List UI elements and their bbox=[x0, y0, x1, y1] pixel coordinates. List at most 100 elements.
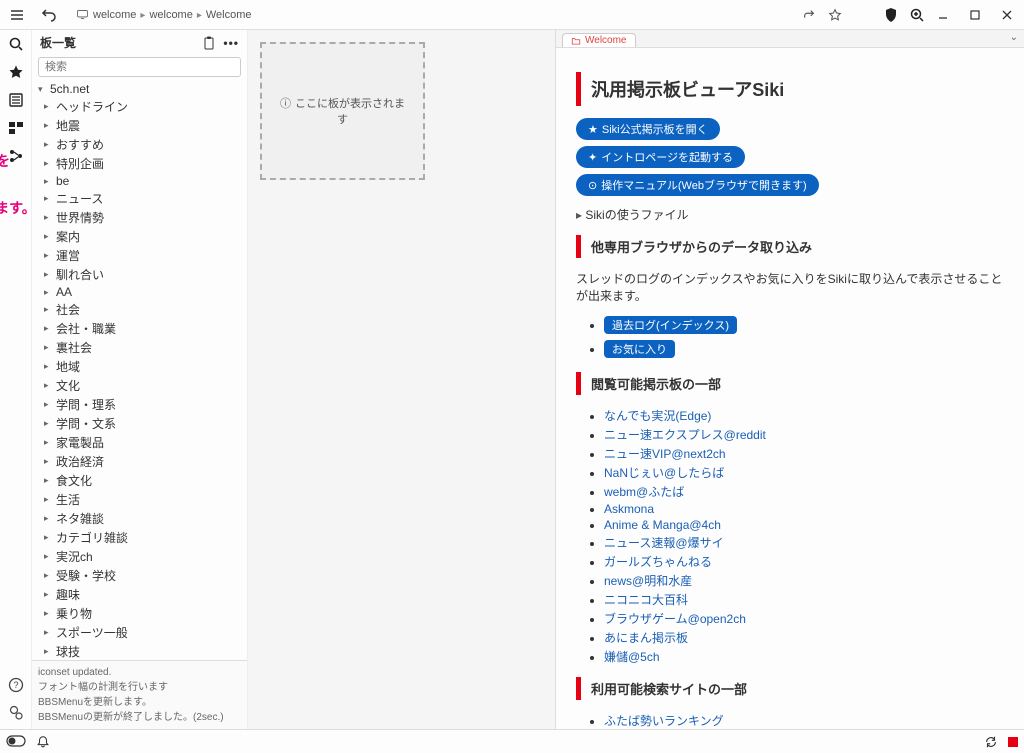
tree-item[interactable]: ▸ネタ雑談 bbox=[42, 509, 243, 528]
tree-item[interactable]: ▸生活 bbox=[42, 490, 243, 509]
right-panel: Welcome ⌄ 汎用掲示板ビューアSiki ★ Siki公式掲示板を開く ✦… bbox=[556, 30, 1024, 729]
tree-item[interactable]: ▸AA bbox=[42, 284, 243, 300]
tree-item[interactable]: ▸文化 bbox=[42, 376, 243, 395]
board-link[interactable]: Askmona bbox=[604, 502, 654, 516]
tree-item[interactable]: ▸世界情勢 bbox=[42, 208, 243, 227]
tree-item[interactable]: ▸乗り物 bbox=[42, 604, 243, 623]
share-button[interactable] bbox=[796, 2, 822, 28]
toggle-icon[interactable] bbox=[6, 735, 26, 749]
tree-item[interactable]: ▸be bbox=[42, 173, 243, 189]
info-icon: ⓘ bbox=[280, 98, 291, 110]
search-icon[interactable] bbox=[6, 34, 26, 54]
board-link[interactable]: ニュー速VIP@next2ch bbox=[604, 447, 726, 461]
close-button[interactable] bbox=[994, 2, 1020, 28]
tree-item[interactable]: ▸社会 bbox=[42, 300, 243, 319]
tree-item[interactable]: ▸受験・学校 bbox=[42, 566, 243, 585]
board-link[interactable]: 嫌儲@5ch bbox=[604, 650, 660, 664]
board-link[interactable]: news@明和水産 bbox=[604, 574, 692, 588]
breadcrumb: welcome welcome Welcome bbox=[76, 8, 252, 21]
center-panel: ⓘここに板が表示されます bbox=[248, 30, 556, 729]
breadcrumb-item[interactable]: welcome bbox=[93, 9, 136, 21]
tree-item[interactable]: ▸家電製品 bbox=[42, 433, 243, 452]
record-indicator[interactable] bbox=[1008, 737, 1018, 747]
sidebar-title: 板一覧 bbox=[40, 34, 76, 51]
heading-import: 他専用ブラウザからのデータ取り込み bbox=[576, 235, 1004, 258]
link-pastlog[interactable]: 過去ログ(インデックス) bbox=[604, 316, 737, 334]
tree-item[interactable]: ▸地域 bbox=[42, 357, 243, 376]
welcome-title: 汎用掲示板ビューアSiki bbox=[576, 72, 1004, 106]
star-icon[interactable] bbox=[6, 62, 26, 82]
tab-welcome[interactable]: Welcome bbox=[562, 33, 636, 47]
tree-item[interactable]: ▸案内 bbox=[42, 227, 243, 246]
nodes-icon[interactable] bbox=[6, 146, 26, 166]
clipboard-icon[interactable] bbox=[203, 36, 215, 50]
link-favorites[interactable]: お気に入り bbox=[604, 340, 675, 358]
heading-boards: 閲覧可能掲示板の一部 bbox=[576, 372, 1004, 395]
tree-item[interactable]: ▸カテゴリ雑談 bbox=[42, 528, 243, 547]
board-link[interactable]: なんでも実況(Edge) bbox=[604, 409, 711, 423]
help-icon[interactable]: ? bbox=[6, 675, 26, 695]
board-link[interactable]: NaNじぇい@したらば bbox=[604, 466, 724, 480]
log-panel: iconset updated.フォント幅の計測を行いますBBSMenuを更新し… bbox=[32, 660, 247, 729]
heading-search: 利用可能検索サイトの一部 bbox=[576, 677, 1004, 700]
tab-label: Welcome bbox=[585, 35, 627, 46]
board-link[interactable]: ニュー速エクスプレス@reddit bbox=[604, 428, 766, 442]
tree-item[interactable]: ▸スポーツ一般 bbox=[42, 623, 243, 642]
menu-button[interactable] bbox=[4, 2, 30, 28]
shield-icon[interactable] bbox=[878, 2, 904, 28]
board-tree[interactable]: ▾5ch.net ▸ヘッドライン▸地震▸おすすめ▸特別企画▸be▸ニュース▸世界… bbox=[32, 79, 247, 660]
pill-intro[interactable]: ✦ イントロページを起動する bbox=[576, 146, 745, 168]
more-icon[interactable]: ••• bbox=[223, 36, 239, 50]
board-link[interactable]: ガールズちゃんねる bbox=[604, 555, 712, 569]
board-link[interactable]: webm@ふたば bbox=[604, 485, 684, 499]
tree-item[interactable]: ▸食文化 bbox=[42, 471, 243, 490]
tree-item[interactable]: ▸運営 bbox=[42, 246, 243, 265]
breadcrumb-item[interactable]: Welcome bbox=[206, 9, 252, 21]
pill-official[interactable]: ★ Siki公式掲示板を開く bbox=[576, 118, 720, 140]
welcome-content: 汎用掲示板ビューアSiki ★ Siki公式掲示板を開く ✦ イントロページを起… bbox=[556, 48, 1024, 729]
title-bar: welcome welcome Welcome bbox=[0, 0, 1024, 30]
tree-item[interactable]: ▸学問・理系 bbox=[42, 395, 243, 414]
tree-item[interactable]: ▸趣味 bbox=[42, 585, 243, 604]
details-files[interactable]: Sikiの使うファイル bbox=[576, 206, 1004, 223]
tree-item[interactable]: ▸会社・職業 bbox=[42, 319, 243, 338]
sync-icon[interactable] bbox=[984, 735, 998, 749]
tree-item[interactable]: ▸政治経済 bbox=[42, 452, 243, 471]
list-icon[interactable] bbox=[6, 90, 26, 110]
svg-text:?: ? bbox=[13, 680, 18, 690]
left-rail: ? bbox=[0, 30, 32, 729]
breadcrumb-item[interactable]: welcome bbox=[149, 9, 192, 21]
tree-item[interactable]: ▸実況ch bbox=[42, 547, 243, 566]
undo-button[interactable] bbox=[36, 2, 62, 28]
status-bar bbox=[0, 729, 1024, 753]
board-link[interactable]: ニュース速報@爆サイ bbox=[604, 536, 724, 550]
tree-item[interactable]: ▸球技 bbox=[42, 642, 243, 660]
maximize-button[interactable] bbox=[962, 2, 988, 28]
sidebar: 板一覧 ••• ▾5ch.net ▸ヘッドライン▸地震▸おすすめ▸特別企画▸be… bbox=[32, 30, 248, 729]
monitor-icon bbox=[76, 8, 89, 21]
board-link[interactable]: あにまん掲示板 bbox=[604, 631, 688, 645]
search-link[interactable]: ふたば勢いランキング bbox=[604, 714, 724, 728]
board-link[interactable]: ニコニコ大百科 bbox=[604, 593, 688, 607]
star-button[interactable] bbox=[822, 2, 848, 28]
tree-root[interactable]: ▾5ch.net bbox=[36, 81, 243, 97]
tree-item[interactable]: ▸ヘッドライン bbox=[42, 97, 243, 116]
tree-item[interactable]: ▸特別企画 bbox=[42, 154, 243, 173]
minimize-button[interactable] bbox=[930, 2, 956, 28]
search-input[interactable] bbox=[38, 57, 241, 77]
tree-item[interactable]: ▸ニュース bbox=[42, 189, 243, 208]
bell-icon[interactable] bbox=[36, 735, 50, 749]
pill-manual[interactable]: ⊙ 操作マニュアル(Webブラウザで開きます) bbox=[576, 174, 819, 196]
panel-icon[interactable] bbox=[6, 118, 26, 138]
board-link[interactable]: Anime & Manga@4ch bbox=[604, 518, 721, 532]
chevron-down-icon[interactable]: ⌄ bbox=[1010, 32, 1018, 43]
tree-item[interactable]: ▸地震 bbox=[42, 116, 243, 135]
tree-item[interactable]: ▸学問・文系 bbox=[42, 414, 243, 433]
drop-area[interactable]: ⓘここに板が表示されます bbox=[260, 42, 425, 180]
board-link[interactable]: ブラウザゲーム@open2ch bbox=[604, 612, 746, 626]
zoom-in-button[interactable] bbox=[904, 2, 930, 28]
tree-item[interactable]: ▸裏社会 bbox=[42, 338, 243, 357]
tree-item[interactable]: ▸馴れ合い bbox=[42, 265, 243, 284]
settings-icon[interactable] bbox=[6, 703, 26, 723]
tree-item[interactable]: ▸おすすめ bbox=[42, 135, 243, 154]
